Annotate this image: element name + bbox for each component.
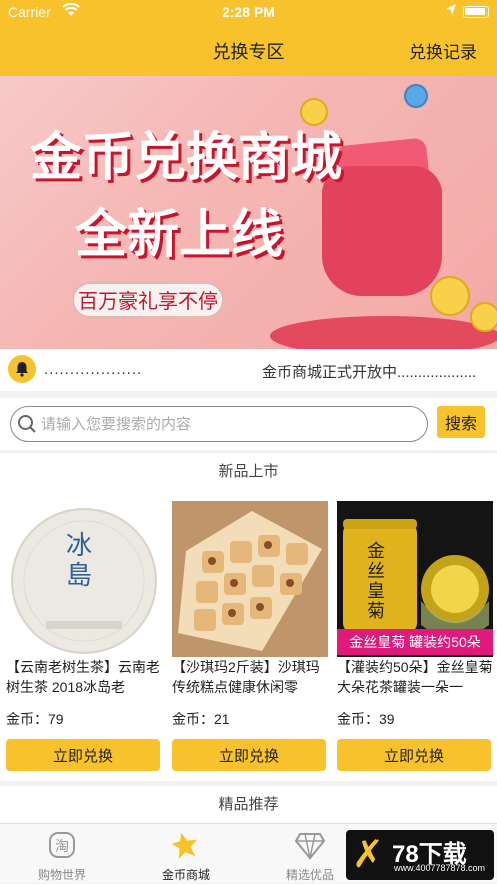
taobao-icon: 淘	[47, 830, 77, 865]
promo-banner[interactable]: 金币兑换商城 全新上线 百万豪礼享不停	[0, 76, 497, 349]
banner-headline: 金币兑换商城	[30, 129, 343, 187]
search-icon	[17, 414, 37, 439]
notice-dots: ...................	[44, 361, 143, 378]
product-price: 金币：39	[337, 711, 395, 727]
tab-shopping-world[interactable]: 淘 购物世界	[0, 824, 124, 884]
exchange-records-link[interactable]: 兑换记录	[409, 38, 477, 63]
banner-platform	[270, 316, 497, 349]
redeem-button[interactable]: 立即兑换	[337, 739, 491, 771]
product-image-text: 金丝皇菊	[367, 541, 385, 621]
x-logo-icon: ✗	[352, 832, 384, 876]
product-image-banner: 金丝皇菊 罐装约50朵	[337, 629, 493, 655]
product-image[interactable]	[172, 501, 328, 657]
gem-icon	[404, 84, 428, 108]
product-name: 【灌装约50朵】金丝皇菊大朵花茶罐装一朵一	[337, 659, 493, 695]
nav-bar: 兑换专区 兑换记录	[0, 24, 497, 76]
product-price: 金币：79	[6, 711, 64, 727]
tab-label: 金币商城	[161, 868, 210, 882]
site-watermark: ✗ 78下载 www.4007787878.com	[346, 830, 494, 880]
coin-icon	[470, 302, 497, 332]
coin-icon	[300, 98, 328, 126]
product-image-text: 冰島	[66, 531, 93, 591]
product-card[interactable]: 金丝皇菊 金丝皇菊 罐装约50朵 【灌装约50朵】金丝皇菊大朵花茶罐装一朵一 金…	[337, 491, 497, 781]
svg-text:淘: 淘	[55, 839, 69, 855]
product-name: 【云南老树生茶】云南老树生茶 2018冰岛老	[6, 659, 160, 695]
star-icon	[171, 830, 201, 865]
clock: 2:28 PM	[222, 4, 275, 20]
section-title-featured: 精品推荐	[0, 786, 497, 824]
section-title-new: 新品上市	[0, 453, 497, 491]
product-image[interactable]: 冰島	[6, 501, 162, 657]
redeem-button[interactable]: 立即兑换	[6, 739, 160, 771]
location-icon	[445, 3, 457, 20]
coin-icon	[430, 276, 470, 316]
banner-pill: 百万豪礼享不停	[72, 282, 224, 318]
product-card[interactable]: 冰島 【云南老树生茶】云南老树生茶 2018冰岛老 金币：79 立即兑换	[6, 491, 166, 781]
status-bar: Carrier 2:28 PM	[0, 0, 497, 24]
product-name: 【沙琪玛2斤装】沙琪玛传统糕点健康休闲零	[172, 659, 320, 695]
tab-label: 购物世界	[37, 868, 86, 882]
battery-icon	[463, 6, 489, 18]
search-box[interactable]	[10, 406, 428, 442]
product-price: 金币：21	[172, 711, 230, 727]
banner-subheadline: 全新上线	[75, 206, 284, 264]
redeem-button[interactable]: 立即兑换	[172, 739, 326, 771]
notice-text: 金币商城正式开放中...................	[262, 364, 477, 381]
notice-bar: ................... 金币商城正式开放中...........…	[0, 349, 497, 391]
diamond-icon	[294, 830, 326, 865]
product-card[interactable]: 【沙琪玛2斤装】沙琪玛传统糕点健康休闲零 金币：21 立即兑换	[172, 491, 332, 781]
search-row: 搜索	[0, 398, 497, 450]
search-button[interactable]: 搜索	[437, 406, 485, 438]
search-input[interactable]	[41, 413, 411, 435]
watermark-url: www.4007787878.com	[394, 863, 486, 873]
product-grid: 冰島 【云南老树生茶】云南老树生茶 2018冰岛老 金币：79 立即兑换 【沙琪…	[0, 491, 497, 781]
product-image[interactable]: 金丝皇菊 金丝皇菊 罐装约50朵	[337, 501, 493, 657]
tab-coin-mall[interactable]: 金币商城	[124, 824, 248, 884]
bell-icon	[8, 355, 36, 383]
